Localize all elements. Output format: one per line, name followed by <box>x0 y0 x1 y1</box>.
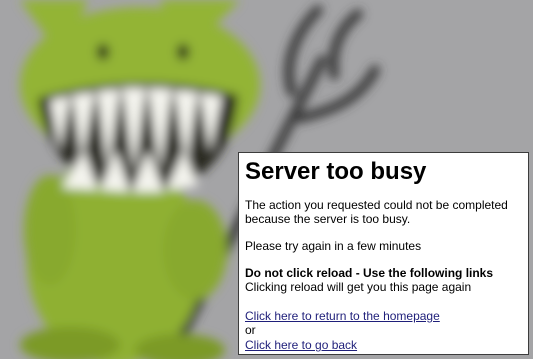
or-separator: or <box>245 323 256 337</box>
go-back-link[interactable]: Click here to go back <box>245 338 357 352</box>
reload-warning: Do not click reload - Use the following … <box>245 266 494 280</box>
error-message: The action you requested could not be co… <box>245 198 521 226</box>
server-busy-panel: Server too busy The action you requested… <box>238 152 529 355</box>
reload-warning-detail: Clicking reload will get you this page a… <box>245 280 472 294</box>
error-message-line1: The action you requested could not be co… <box>245 198 508 212</box>
homepage-link[interactable]: Click here to return to the homepage <box>245 309 440 323</box>
retry-text: Please try again in a few minutes <box>245 239 422 253</box>
error-message-line2: because the server is too busy. <box>245 212 411 226</box>
page-title: Server too busy <box>245 158 427 185</box>
